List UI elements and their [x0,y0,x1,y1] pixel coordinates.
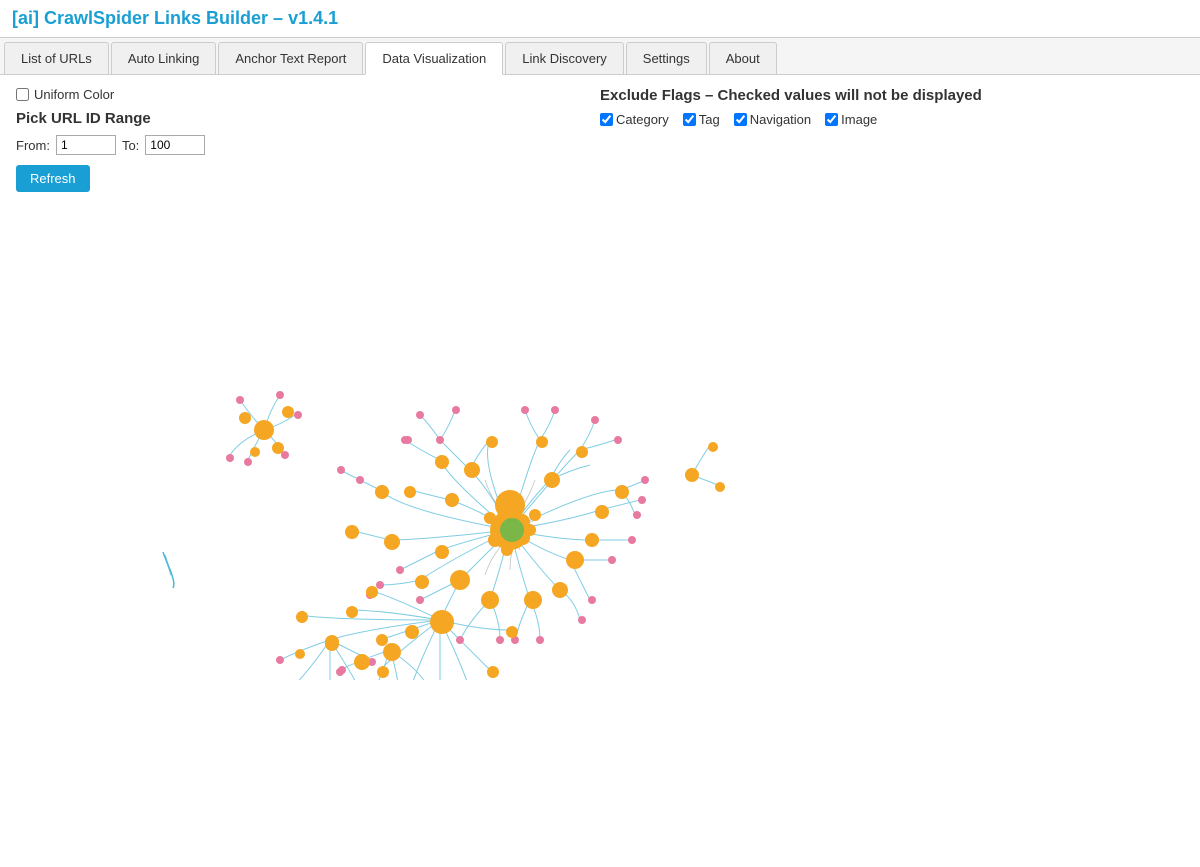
flag-navigation-label: Navigation [750,112,811,127]
flag-category-label: Category [616,112,669,127]
main-content: Uniform Color Pick URL ID Range From: To… [0,75,1200,692]
flag-category-checkbox[interactable] [600,113,613,126]
flag-image-label: Image [841,112,877,127]
exclude-flags-title: Exclude Flags – Checked values will not … [600,87,1184,104]
flag-navigation-checkbox[interactable] [734,113,747,126]
from-label: From: [16,138,50,153]
left-controls: Uniform Color Pick URL ID Range From: To… [16,87,600,192]
flag-category-item: Category [600,112,669,127]
flag-navigation-item: Navigation [734,112,811,127]
tab-anchor-text-report[interactable]: Anchor Text Report [218,42,363,74]
pick-url-label: Pick URL ID Range [16,110,600,127]
flag-image-item: Image [825,112,877,127]
flag-tag-label: Tag [699,112,720,127]
to-label: To: [122,138,139,153]
tab-bar: List of URLs Auto Linking Anchor Text Re… [0,38,1200,75]
flag-image-checkbox[interactable] [825,113,838,126]
uniform-color-checkbox[interactable] [16,88,29,101]
visualization-container [16,200,1184,680]
tab-about[interactable]: About [709,42,777,74]
right-controls: Exclude Flags – Checked values will not … [600,87,1184,127]
isolated-curve-left [163,552,174,588]
uniform-color-label: Uniform Color [34,87,114,102]
tab-settings[interactable]: Settings [626,42,707,74]
flag-tag-item: Tag [683,112,720,127]
flag-tag-checkbox[interactable] [683,113,696,126]
tab-data-visualization[interactable]: Data Visualization [365,42,503,75]
refresh-button[interactable]: Refresh [16,165,90,192]
from-input[interactable] [56,135,116,155]
tab-list-of-urls[interactable]: List of URLs [4,42,109,74]
flags-row: Category Tag Navigation Image [600,112,1184,127]
center-node [500,518,524,542]
tab-auto-linking[interactable]: Auto Linking [111,42,217,74]
app-title: [ai] CrawlSpider Links Builder – v1.4.1 [0,0,1200,38]
tab-link-discovery[interactable]: Link Discovery [505,42,624,74]
network-graph [16,200,1184,680]
to-input[interactable] [145,135,205,155]
